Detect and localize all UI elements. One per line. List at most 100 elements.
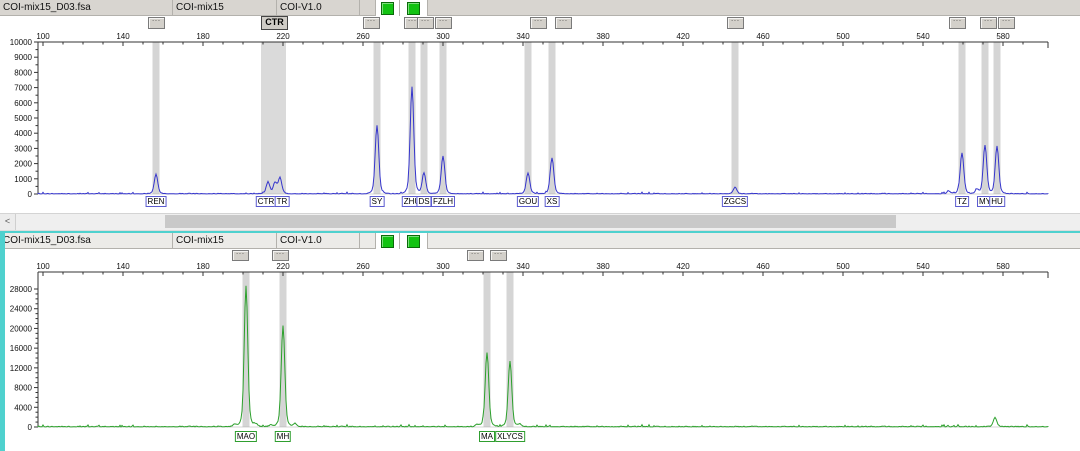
bin-region xyxy=(549,42,556,194)
checked-checkbox-icon[interactable] xyxy=(381,235,394,248)
peak-label-xlycs[interactable]: XLYCS xyxy=(495,431,525,442)
checked-checkbox-icon[interactable] xyxy=(381,2,394,15)
y-tick-label: 7000 xyxy=(14,84,32,93)
y-tick-label: 28000 xyxy=(10,285,33,294)
plot-svg: 1001401802202603003403804204605005405800… xyxy=(0,30,1080,213)
x-tick-label: 100 xyxy=(36,262,50,271)
bin-region xyxy=(440,42,447,194)
fragment-analysis-window: COI-mix15_D03.fsa COI-mix15 COI-V1.0 ...… xyxy=(0,0,1080,451)
checked-checkbox-icon[interactable] xyxy=(407,2,420,15)
marker-options-button[interactable]: ... xyxy=(555,17,572,29)
marker-options-button[interactable]: ... xyxy=(998,17,1015,29)
x-tick-label: 580 xyxy=(996,32,1010,41)
marker-options-button[interactable]: ... xyxy=(727,17,744,29)
y-tick-label: 0 xyxy=(28,190,33,199)
marker-options-button[interactable]: ... xyxy=(363,17,380,29)
selection-highlight-strip xyxy=(0,231,5,451)
marker-options-button[interactable]: ... xyxy=(417,17,434,29)
peak-label-ma[interactable]: MA xyxy=(479,431,495,442)
marker-options-button[interactable]: ... xyxy=(490,250,507,261)
y-tick-label: 4000 xyxy=(14,403,32,412)
sample-panel-top: COI-mix15_D03.fsa COI-mix15 COI-V1.0 ...… xyxy=(0,0,1080,213)
x-tick-label: 260 xyxy=(356,32,370,41)
bin-region xyxy=(409,42,416,194)
marker-button-strip: ............ xyxy=(0,249,1080,261)
selected-marker-range xyxy=(261,42,286,194)
plot-svg: 1001401802202603003403804204605005405800… xyxy=(0,261,1080,451)
bin-region xyxy=(732,42,739,194)
marker-options-button[interactable]: ... xyxy=(148,17,165,29)
marker-options-button[interactable]: ... xyxy=(232,250,249,261)
peak-label-gou[interactable]: GOU xyxy=(517,196,539,207)
x-tick-label: 300 xyxy=(436,262,450,271)
y-tick-label: 9000 xyxy=(14,53,32,62)
y-tick-label: 0 xyxy=(28,423,33,432)
marker-options-button[interactable]: ... xyxy=(272,250,289,261)
marker-options-button[interactable]: ... xyxy=(530,17,547,29)
y-tick-label: 8000 xyxy=(14,68,32,77)
peak-label-tz[interactable]: TZ xyxy=(955,196,969,207)
y-tick-label: 8000 xyxy=(14,384,32,393)
y-tick-label: 3000 xyxy=(14,144,32,153)
peak-label-ren[interactable]: REN xyxy=(146,196,167,207)
panel-version-cell[interactable]: COI-V1.0 xyxy=(277,233,360,249)
sample-name-cell[interactable]: COI-mix15 xyxy=(173,0,277,16)
x-tick-label: 140 xyxy=(116,32,130,41)
electropherogram-trace xyxy=(38,87,1048,194)
header-filler-cell xyxy=(428,0,1080,16)
bin-region xyxy=(153,42,160,194)
bin-region xyxy=(525,42,532,194)
x-tick-label: 340 xyxy=(516,262,530,271)
display-toggle-cell[interactable] xyxy=(400,233,428,249)
display-toggle-cell[interactable] xyxy=(376,233,400,249)
peak-label-sy[interactable]: SY xyxy=(370,196,385,207)
scroll-left-button[interactable]: < xyxy=(0,214,16,230)
panel-header-row: COI-mix15_D03.fsa COI-mix15 COI-V1.0 xyxy=(0,0,1080,16)
marker-options-button[interactable]: ... xyxy=(435,17,452,29)
peak-label-hu[interactable]: HU xyxy=(989,196,1005,207)
marker-options-button[interactable]: ... xyxy=(980,17,997,29)
y-tick-label: 6000 xyxy=(14,99,32,108)
x-tick-label: 540 xyxy=(916,262,930,271)
x-tick-label: 420 xyxy=(676,32,690,41)
x-tick-label: 460 xyxy=(756,32,770,41)
bin-region xyxy=(280,272,287,427)
x-tick-label: 420 xyxy=(676,262,690,271)
peak-label-ctr[interactable]: CTR xyxy=(256,196,276,207)
panel-version-cell[interactable]: COI-V1.0 xyxy=(277,0,360,16)
peak-label-mh[interactable]: MH xyxy=(275,431,291,442)
checked-checkbox-icon[interactable] xyxy=(407,235,420,248)
x-tick-label: 340 xyxy=(516,32,530,41)
peak-label-zgcs[interactable]: ZGCS xyxy=(722,196,748,207)
filename-cell[interactable]: COI-mix15_D03.fsa xyxy=(0,233,173,249)
y-tick-label: 2000 xyxy=(14,160,32,169)
x-tick-label: 540 xyxy=(916,32,930,41)
scrollbar-thumb[interactable] xyxy=(165,215,896,228)
panel-header-row: COI-mix15_D03.fsa COI-mix15 COI-V1.0 xyxy=(0,233,1080,249)
header-spacer-cell xyxy=(360,233,376,249)
peak-label-tr[interactable]: TR xyxy=(275,196,290,207)
peak-label-mao[interactable]: MAO xyxy=(235,431,257,442)
peak-label-fzlh[interactable]: FZLH xyxy=(431,196,455,207)
x-tick-label: 220 xyxy=(276,262,290,271)
y-tick-label: 16000 xyxy=(10,344,33,353)
x-tick-label: 140 xyxy=(116,262,130,271)
horizontal-scrollbar[interactable]: < xyxy=(0,213,1080,231)
marker-range-button[interactable]: CTR xyxy=(261,16,288,30)
marker-options-button[interactable]: ... xyxy=(949,17,966,29)
peak-label-xs[interactable]: XS xyxy=(545,196,560,207)
electropherogram-plot-blue: 1001401802202603003403804204605005405800… xyxy=(0,30,1080,213)
display-toggle-cell[interactable] xyxy=(376,0,400,16)
sample-name-cell[interactable]: COI-mix15 xyxy=(173,233,277,249)
y-tick-label: 24000 xyxy=(10,305,33,314)
y-tick-label: 20000 xyxy=(10,324,33,333)
display-toggle-cell[interactable] xyxy=(400,0,428,16)
marker-options-button[interactable]: ... xyxy=(467,250,484,261)
x-tick-label: 380 xyxy=(596,32,610,41)
x-tick-label: 180 xyxy=(196,262,210,271)
header-spacer-cell xyxy=(360,0,376,16)
marker-button-strip: .................................CTR xyxy=(0,16,1080,30)
x-tick-label: 100 xyxy=(36,32,50,41)
peak-label-ds[interactable]: DS xyxy=(416,196,431,207)
filename-cell[interactable]: COI-mix15_D03.fsa xyxy=(0,0,173,16)
